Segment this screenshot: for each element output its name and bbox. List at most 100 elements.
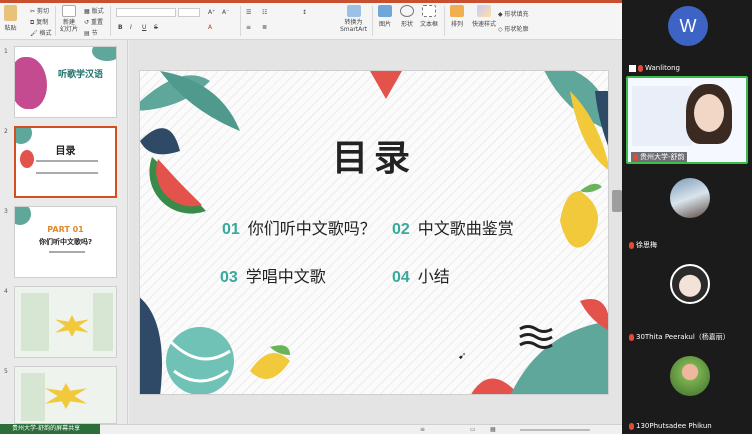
- toc-item-1[interactable]: 01 你们听中文歌吗？: [222, 215, 376, 239]
- toc-text: 你们听中文歌吗？: [247, 219, 376, 238]
- thumb-screenshot: [93, 293, 113, 351]
- leaf-shape: [511, 321, 608, 394]
- participant-tile-5[interactable]: 130Phutsadee Phikun: [626, 346, 748, 432]
- format-painter-button[interactable]: 🖌 格式: [30, 28, 52, 37]
- increase-font-button[interactable]: A⁺: [208, 9, 215, 16]
- slide-2[interactable]: 目录 01 你们听中文歌吗？ 02 中文歌曲鉴赏 03 学唱中文歌 04 小结 …: [139, 70, 609, 395]
- shape-outline-label: 形状轮廓: [504, 26, 529, 33]
- align-left-button[interactable]: ≡: [246, 24, 251, 31]
- slide-thumbnail-1[interactable]: 听歌学汉语: [14, 46, 117, 118]
- layout-button[interactable]: ▦ 版式: [84, 6, 104, 15]
- avatar: [670, 178, 710, 218]
- participant-tile-2[interactable]: 贵州大学-舒韵: [626, 76, 748, 164]
- new-slide-button[interactable]: 新建 幻灯片: [60, 5, 78, 33]
- quickstyle-label: 快速样式: [472, 21, 497, 28]
- slide-thumbnail-5[interactable]: [14, 366, 117, 424]
- wave-mark: [519, 333, 553, 341]
- smartart-button[interactable]: 转换为 SmartArt: [340, 5, 367, 33]
- view-sorter-button[interactable]: ▦: [490, 426, 496, 433]
- mango-leaf: [580, 183, 602, 193]
- slide-thumbnails-pane: 1 听歌学汉语 2 目录 3 PART 01 你们听中文歌吗? 4 5: [0, 40, 128, 424]
- font-color-button[interactable]: A: [208, 24, 212, 31]
- shape-fill-button[interactable]: ◆ 形状填充: [498, 9, 529, 18]
- numbering-button[interactable]: ☷: [262, 9, 267, 16]
- separator: [372, 6, 373, 36]
- separator: [444, 6, 445, 36]
- participant-tile-3[interactable]: 徐思梅: [626, 168, 748, 250]
- layout-label: 版式: [91, 8, 104, 15]
- copy-button[interactable]: ⧉ 复制: [30, 17, 48, 27]
- toc-item-3[interactable]: 03 学唱中文歌: [220, 263, 326, 287]
- line-spacing-button[interactable]: ↕: [302, 9, 307, 16]
- mic-muted-icon: [629, 422, 634, 430]
- mic-muted-icon: [633, 153, 638, 161]
- picture-button[interactable]: 图片: [378, 5, 392, 28]
- watermelon-round: [166, 327, 234, 394]
- burst-shape: [55, 315, 89, 337]
- slide-thumbnail-2[interactable]: 目录: [14, 126, 117, 198]
- toc-item-4[interactable]: 04 小结: [392, 263, 450, 287]
- underline-button[interactable]: U: [142, 24, 146, 31]
- thumb-figure: [15, 57, 47, 109]
- mic-muted-icon: [629, 241, 634, 249]
- avatar: W: [668, 6, 708, 46]
- bold-button[interactable]: B: [118, 24, 123, 31]
- shape-button[interactable]: 形状: [400, 5, 414, 28]
- decrease-font-button[interactable]: A⁻: [222, 9, 229, 16]
- clipboard-icon: [4, 5, 17, 21]
- participant-name: 贵州大学-舒韵: [631, 152, 687, 162]
- bullets-button[interactable]: ☰: [246, 9, 251, 16]
- italic-button[interactable]: I: [130, 24, 132, 31]
- shape-icon: [400, 5, 414, 17]
- shape-outline-button[interactable]: ◇ 形状轮廓: [498, 24, 529, 33]
- reset-button[interactable]: ↺ 重置: [84, 17, 103, 26]
- participant-name: 130Phutsadee Phikun: [629, 422, 712, 430]
- thumb-title: 听歌学汉语: [57, 70, 103, 80]
- quickstyle-icon: [477, 5, 491, 17]
- participant-name-text: 130Phutsadee Phikun: [636, 422, 712, 430]
- participant-name-text: 贵州大学-舒韵: [640, 153, 685, 161]
- view-normal-button[interactable]: ▭: [470, 426, 476, 433]
- new-slide-icon: [62, 5, 76, 17]
- notes-toggle[interactable]: ≡: [420, 426, 425, 433]
- font-family-select[interactable]: [116, 8, 176, 17]
- cut-button[interactable]: ✂ 剪切: [30, 6, 49, 15]
- toc-item-2[interactable]: 02 中文歌曲鉴赏: [392, 215, 514, 239]
- textbox-button[interactable]: 文本框: [420, 5, 438, 28]
- align-center-button[interactable]: ≣: [262, 24, 267, 31]
- thumb-title: PART 01: [47, 225, 84, 234]
- participant-name: Wanlitong: [629, 64, 680, 72]
- thumb-number: 3: [4, 208, 8, 215]
- participant-name: 徐思梅: [629, 240, 657, 250]
- font-size-select[interactable]: [178, 8, 200, 17]
- thumb-line: [49, 251, 85, 253]
- slide-thumbnail-3[interactable]: PART 01 你们听中文歌吗?: [14, 206, 117, 278]
- participant-tile-1[interactable]: W Wanlitong: [626, 2, 748, 72]
- pane-collapse-handle[interactable]: [612, 190, 622, 212]
- video-banner: [632, 86, 692, 146]
- arrange-button[interactable]: 排列: [450, 5, 464, 28]
- picture-label: 图片: [378, 21, 391, 28]
- toc-text: 学唱中文歌: [245, 267, 326, 286]
- video-person-face: [694, 94, 724, 132]
- participant-tile-4[interactable]: 30Thita Peerakul（杨嘉丽）: [626, 254, 748, 342]
- avatar: [670, 356, 710, 396]
- participant-name: 30Thita Peerakul（杨嘉丽）: [629, 332, 730, 342]
- quickstyle-button[interactable]: 快速样式: [472, 5, 496, 28]
- toc-text: 小结: [417, 267, 450, 286]
- slide-title[interactable]: 目录: [140, 129, 608, 181]
- screen-share-indicator: 贵州大学-舒韵的屏幕共享: [0, 424, 100, 434]
- strikethrough-button[interactable]: S: [154, 24, 158, 31]
- wave-mark: [519, 341, 553, 349]
- slide-thumbnail-4[interactable]: [14, 286, 117, 358]
- watermelon-slice: [370, 71, 402, 99]
- smartart-label: 转换为 SmartArt: [340, 19, 368, 33]
- participants-pane: W Wanlitong 贵州大学-舒韵 徐思梅 30Thita Peerakul…: [622, 0, 752, 434]
- section-button[interactable]: ▤ 节: [84, 28, 98, 37]
- leaf-shape: [15, 207, 31, 225]
- toc-number: 01: [222, 221, 240, 238]
- mouse-cursor-icon: ➹: [458, 351, 467, 362]
- paste-button[interactable]: 粘贴: [4, 5, 17, 32]
- zoom-slider[interactable]: [520, 429, 590, 431]
- textbox-label: 文本框: [420, 21, 439, 28]
